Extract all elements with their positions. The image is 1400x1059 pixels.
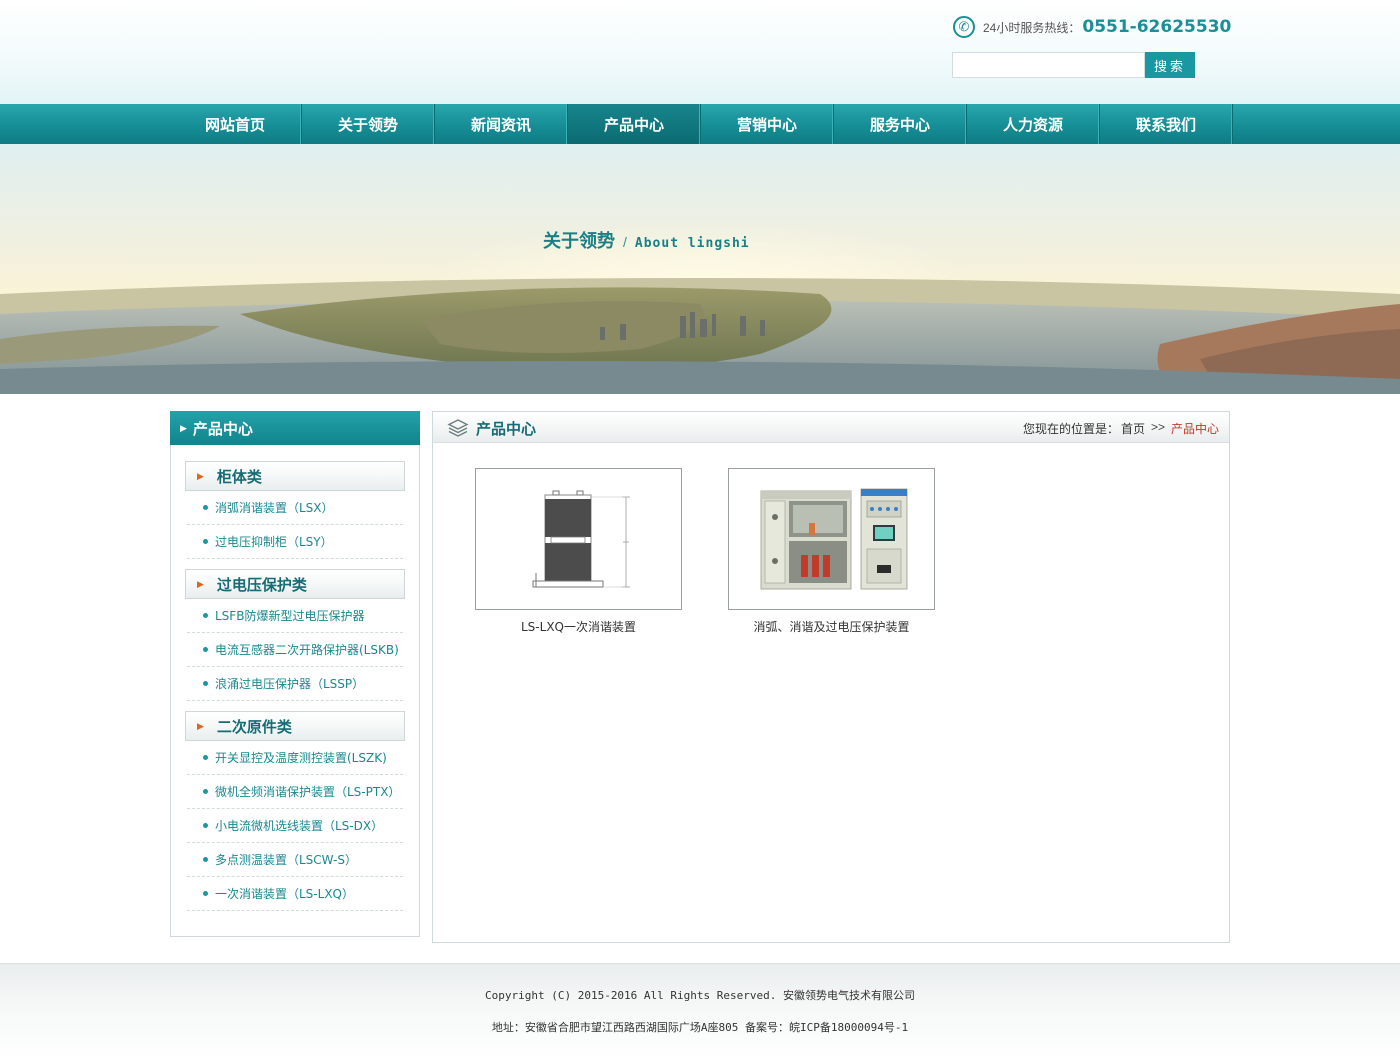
bullet-dot-icon [203,891,208,896]
sidebar-item-label: 小电流微机选线装置（LS-DX） [215,819,384,833]
nav-item-news[interactable]: 新闻资讯 [435,104,568,144]
banner-title-en: About lingshi [634,236,750,251]
breadcrumb: 您现在的位置是： 首页 >> 产品中心 [1023,420,1219,437]
category-overvoltage[interactable]: ▶ 过电压保护类 [185,569,405,599]
bullet-dot-icon [203,505,208,510]
category-label: 柜体类 [216,468,262,486]
sidebar-item-lscw-s[interactable]: 多点测温装置（LSCW-S） [187,843,403,877]
bullet-dot-icon [203,755,208,760]
sidebar-item-lskb[interactable]: 电流互感器二次开路保护器(LSKB) [187,633,403,667]
search-box [952,52,1145,78]
bullet-dot-icon [203,823,208,828]
product-name[interactable]: 消弧、消谐及过电压保护装置 [728,618,935,635]
footer-copyright: Copyright (C) 2015-2016 All Rights Reser… [484,989,915,1002]
nav-item-contact[interactable]: 联系我们 [1100,104,1233,144]
bullet-dot-icon [203,681,208,686]
main-nav: 网站首页 关于领势 新闻资讯 产品中心 营销中心 服务中心 人力资源 联系我们 [0,104,1400,144]
sidebar-item-label: 多点测温装置（LSCW-S） [215,853,358,867]
sidebar-item-label: 电流互感器二次开路保护器(LSKB) [215,643,399,657]
sidebar-item-ls-dx[interactable]: 小电流微机选线装置（LS-DX） [187,809,403,843]
banner-title-cn: 关于领势 [543,231,615,251]
footer-address: 地址：安徽省合肥市望江西路西湖国际广场A座805 备案号：皖ICP备180000… [491,1021,909,1034]
hotline: ✆ 24小时服务热线： 0551-62625530 [953,14,1231,40]
sidebar-item-label: 过电压抑制柜（LSY） [215,535,333,549]
product-card[interactable]: LS-LXQ一次消谐装置 [475,468,682,635]
sidebar-item-label: 浪涌过电压保护器（LSSP） [215,677,365,691]
main-header: 产品中心 您现在的位置是： 首页 >> 产品中心 [433,412,1229,443]
sidebar-item-lsx[interactable]: 消弧消谐装置（LSX） [187,491,403,525]
product-image-cabinet [760,488,908,590]
nav-item-home[interactable]: 网站首页 [169,104,302,144]
category-cabinet[interactable]: ▶ 柜体类 [185,461,405,491]
search-input[interactable] [953,53,1144,77]
breadcrumb-prefix: 您现在的位置是： [1022,422,1119,436]
product-image[interactable] [728,468,935,610]
nav-item-service[interactable]: 服务中心 [834,104,967,144]
hotline-label: 24小时服务热线： [983,20,1081,35]
breadcrumb-home-link[interactable]: 首页 [1121,420,1145,437]
sidebar-item-lssp[interactable]: 浪涌过电压保护器（LSSP） [187,667,403,701]
main-content: 产品中心 您现在的位置是： 首页 >> 产品中心 LS-LXQ一次消谐装置 消弧… [432,411,1230,943]
banner-title: 关于领势 / About lingshi [543,227,750,253]
nav-item-hr[interactable]: 人力资源 [967,104,1100,144]
layers-icon [447,419,469,437]
bullet-dot-icon [203,539,208,544]
sidebar-item-lszk[interactable]: 开关显控及温度测控装置(LSZK) [187,741,403,775]
category-secondary[interactable]: ▶ 二次原件类 [185,711,405,741]
site-header: ✆ 24小时服务热线： 0551-62625530 搜索 [0,0,1400,104]
sidebar-item-lsfb[interactable]: LSFB防爆新型过电压保护器 [187,599,403,633]
bullet-dot-icon [203,613,208,618]
sidebar-item-lsy[interactable]: 过电压抑制柜（LSY） [187,525,403,559]
hotline-number: 0551-62625530 [1082,17,1232,37]
breadcrumb-separator: >> [1150,420,1165,434]
triangle-right-icon: ▶ [197,578,204,589]
breadcrumb-current: 产品中心 [1170,422,1219,436]
category-label: 过电压保护类 [216,576,307,594]
triangle-right-icon: ▶ [197,720,204,731]
sidebar-item-label: 消弧消谐装置（LSX） [215,501,334,515]
product-name[interactable]: LS-LXQ一次消谐装置 [475,618,682,635]
sidebar-item-label: 微机全频消谐保护装置（LS-PTX） [215,785,401,799]
product-image-lxq [532,490,630,588]
phone-icon: ✆ [953,16,975,38]
sidebar-header: ▶ 产品中心 [170,411,420,445]
banner: 关于领势 / About lingshi [0,144,1400,394]
nav-item-products[interactable]: 产品中心 [568,104,701,144]
search-button[interactable]: 搜索 [1145,52,1195,78]
sidebar-item-ls-lxq[interactable]: 一次消谐装置（LS-LXQ） [187,877,403,911]
product-image[interactable] [475,468,682,610]
double-arrow-icon: ▶ [180,422,187,433]
product-card[interactable]: 消弧、消谐及过电压保护装置 [728,468,935,635]
site-footer: Copyright (C) 2015-2016 All Rights Reser… [0,963,1400,1059]
sidebar-item-label: LSFB防爆新型过电压保护器 [215,609,365,623]
sidebar: ▶ 产品中心 ▶ 柜体类 消弧消谐装置（LSX） 过电压抑制柜（LSY） ▶ 过… [170,411,420,937]
banner-cityscape-image [0,144,1400,394]
nav-item-marketing[interactable]: 营销中心 [701,104,834,144]
triangle-right-icon: ▶ [197,470,204,481]
sidebar-item-label: 开关显控及温度测控装置(LSZK) [215,751,387,765]
sidebar-item-ls-ptx[interactable]: 微机全频消谐保护装置（LS-PTX） [187,775,403,809]
sidebar-title: 产品中心 [192,420,253,438]
bullet-dot-icon [203,857,208,862]
nav-item-about[interactable]: 关于领势 [302,104,435,144]
page-title: 产品中心 [476,421,537,438]
sidebar-item-label: 一次消谐装置（LS-LXQ） [215,887,354,901]
banner-title-separator: / [623,234,627,250]
bullet-dot-icon [203,789,208,794]
category-label: 二次原件类 [216,718,292,736]
bullet-dot-icon [203,647,208,652]
